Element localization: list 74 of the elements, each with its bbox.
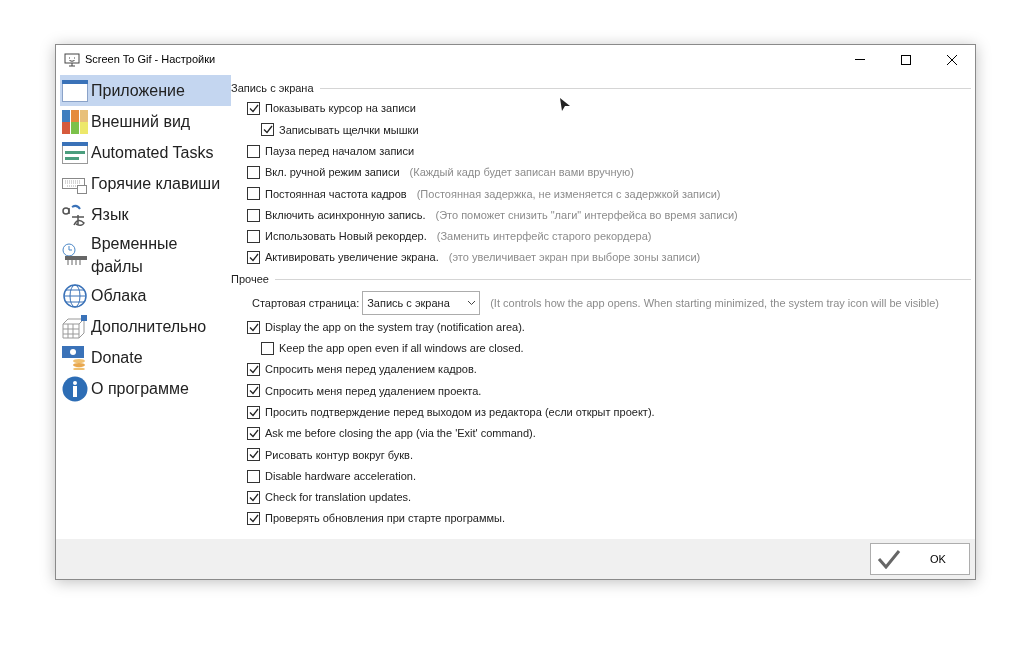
mouse-pointer-icon	[559, 97, 571, 113]
money-coins-icon	[62, 345, 88, 370]
option-label: Записывать щелчки мышки	[279, 122, 419, 138]
checkbox[interactable]	[247, 427, 260, 440]
checkbox[interactable]	[247, 405, 260, 419]
option-label: Ask me before closing the app (via the 'Exit' command).	[265, 426, 536, 442]
sidebar-item[interactable]: О программе	[60, 373, 231, 404]
globe-icon	[62, 283, 88, 308]
option-hint: (это увеличивает экран при выборе зоны записи)	[448, 250, 701, 266]
task-list-icon	[62, 140, 88, 165]
option-label: Спросить меня перед удалением проекта.	[265, 383, 482, 399]
close-icon	[947, 54, 957, 65]
checkbox[interactable]	[247, 251, 260, 265]
checkbox[interactable]	[247, 102, 260, 116]
option-label: Использовать Новый рекордер.	[265, 229, 427, 245]
monitor-icon	[64, 52, 80, 67]
ok-button[interactable]: OK	[870, 543, 970, 575]
checkbox[interactable]	[247, 144, 260, 158]
option-label: Показывать курсор на записи	[265, 101, 416, 117]
option-label: Активировать увеличение экрана.	[265, 250, 439, 266]
checkbox[interactable]	[247, 512, 260, 526]
checkbox[interactable]	[247, 208, 260, 222]
option-label: Keep the app open even if all windows are closed.	[279, 341, 524, 357]
checkbox[interactable]	[247, 229, 260, 243]
option-label: Спросить меня перед удалением кадров.	[265, 362, 477, 378]
checkbox[interactable]	[261, 341, 274, 355]
info-icon	[62, 375, 88, 402]
translate-icon	[62, 202, 88, 227]
field-label: Стартовая страница:	[252, 295, 360, 311]
option-label: Пауза перед началом записи	[265, 144, 415, 159]
option-label: Disable hardware acceleration.	[265, 468, 417, 484]
option-label: Постоянная частота кадров	[265, 186, 407, 202]
checkbox[interactable]	[261, 123, 274, 137]
option-label: Вкл. ручной режим записи	[265, 165, 400, 181]
window-icon	[62, 78, 88, 103]
cubes-icon	[62, 314, 88, 339]
checkbox[interactable]	[247, 166, 260, 180]
checkbox[interactable]	[247, 469, 260, 483]
sidebar-item[interactable]: Горячие клавиши	[60, 168, 231, 199]
sidebar-item[interactable]: Приложение	[60, 75, 231, 106]
option-label: Включить асинхронную запись.	[265, 207, 426, 223]
section-title: Запись с экрана	[231, 80, 314, 96]
maximize-icon	[901, 54, 911, 65]
option-label: Check for translation updates.	[265, 490, 412, 506]
sidebar-item[interactable]: Временные файлы	[60, 230, 231, 280]
checkbox[interactable]	[247, 448, 260, 462]
clock-file-icon	[62, 243, 88, 267]
start-page-dropdown[interactable]: Запись с экрана	[362, 290, 481, 315]
checkbox[interactable]	[247, 490, 260, 504]
sidebar-item[interactable]: Donate	[60, 342, 231, 373]
option-label: Просить подтверждение перед выходом из редактора (если открыт проект).	[265, 404, 655, 420]
option-hint: (Постоянная задержка, не изменяется с задержкой записи)	[416, 186, 721, 202]
checkbox[interactable]	[247, 320, 260, 334]
sidebar-item[interactable]: Дополнительно	[60, 311, 231, 342]
checkbox[interactable]	[247, 384, 260, 398]
option-label: Проверять обновления при старте программы.	[265, 511, 506, 527]
sidebar-item[interactable]: Облака	[60, 280, 231, 311]
sidebar-item[interactable]: Язык	[60, 199, 231, 230]
option-label: Рисовать контур вокруг букв.	[265, 447, 413, 463]
sidebar-item[interactable]: Automated Tasks	[60, 137, 231, 168]
option-label: Display the app on the system tray (notification area).	[265, 319, 525, 335]
checkmark-icon	[877, 549, 901, 569]
option-hint: (Это поможет снизить "лаги" интерфейса во время записи)	[435, 207, 738, 223]
option-hint: (Каждый кадр будет записан вами вручную)	[409, 165, 635, 181]
option-hint: (It controls how the app opens. When starting minimized, the system tray icon will be visible)	[490, 295, 939, 311]
section-title: Прочее	[231, 272, 269, 288]
minimize-icon	[855, 59, 865, 60]
checkbox[interactable]	[247, 187, 260, 201]
option-hint: (Заменить интерфейс старого рекордера)	[436, 229, 652, 245]
sidebar-item[interactable]: Внешний вид	[60, 106, 231, 137]
checkbox[interactable]	[247, 363, 260, 377]
chevron-down-icon	[468, 300, 476, 305]
window-title: Screen To Gif - Настройки	[85, 52, 216, 68]
color-tiles-icon	[62, 109, 88, 134]
